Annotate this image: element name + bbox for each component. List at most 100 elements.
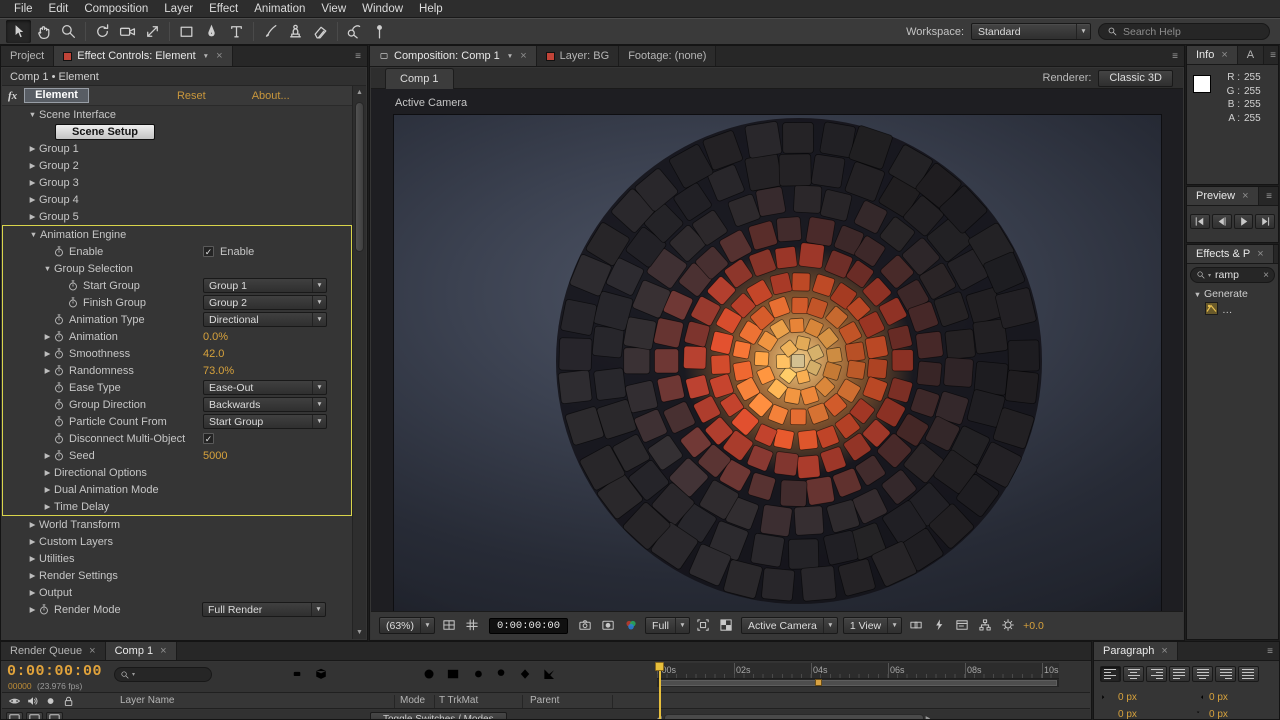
camera-tool-icon[interactable]: [115, 20, 140, 43]
rotation-tool-icon[interactable]: [90, 20, 115, 43]
close-icon[interactable]: ×: [1242, 190, 1248, 202]
twirl-closed-icon[interactable]: ▶: [41, 485, 54, 494]
clone-stamp-tool-icon[interactable]: [283, 20, 308, 43]
property-row[interactable]: ▶Output: [2, 584, 352, 601]
indent-right-field[interactable]: 0 px: [1192, 691, 1228, 704]
exposure-value[interactable]: +0.0: [1023, 620, 1044, 632]
scroll-up-icon[interactable]: ▲: [353, 89, 366, 96]
twirl-closed-icon[interactable]: ▶: [26, 554, 39, 563]
property-dropdown[interactable]: Group 2▼: [203, 295, 327, 310]
tab-composition[interactable]: Composition: Comp 1 ▼ ×: [370, 46, 537, 66]
scene-setup-button[interactable]: Scene Setup: [55, 124, 155, 140]
timeline-button-icon[interactable]: [953, 617, 971, 635]
menu-animation[interactable]: Animation: [246, 0, 313, 18]
mini-flowchart-icon[interactable]: [290, 667, 306, 683]
channels-icon[interactable]: [622, 617, 640, 635]
current-time-indicator[interactable]: [655, 662, 665, 719]
stopwatch-icon[interactable]: [54, 347, 69, 360]
show-snapshot-icon[interactable]: [599, 617, 617, 635]
property-row[interactable]: ▶Time Delay: [3, 498, 351, 515]
property-row[interactable]: ▶Group 5: [2, 208, 352, 225]
stopwatch-icon[interactable]: [68, 279, 83, 292]
hide-shy-icon[interactable]: [422, 667, 438, 683]
twirl-closed-icon[interactable]: ▶: [26, 212, 39, 221]
twirl-closed-icon[interactable]: ▶: [26, 588, 39, 597]
menu-file[interactable]: File: [6, 0, 41, 18]
transparency-grid-icon[interactable]: [718, 617, 736, 635]
property-row[interactable]: ▶Animation0.0%: [3, 328, 351, 345]
menu-view[interactable]: View: [313, 0, 354, 18]
property-row[interactable]: ▶Utilities: [2, 550, 352, 567]
twirl-closed-icon[interactable]: ▶: [41, 451, 54, 460]
first-line-indent-field[interactable]: 0 px: [1101, 708, 1137, 720]
property-row[interactable]: ▶Smoothness42.0: [3, 345, 351, 362]
twirl-closed-icon[interactable]: ▶: [41, 502, 54, 511]
close-icon[interactable]: ×: [216, 50, 222, 62]
selection-tool-icon[interactable]: [6, 20, 31, 43]
expand-layer-switches-icon[interactable]: [6, 712, 23, 720]
twirl-closed-icon[interactable]: ▶: [26, 571, 39, 580]
property-row[interactable]: ▼Animation Engine: [3, 226, 351, 243]
property-row[interactable]: Finish GroupGroup 2▼: [3, 294, 351, 311]
stopwatch-icon[interactable]: [68, 296, 83, 309]
comp-chip[interactable]: Comp 1: [385, 68, 454, 89]
time-ruler[interactable]: :00s02s04s06s08s10s: [657, 663, 1059, 679]
effect-name[interactable]: Element: [24, 88, 89, 103]
property-row[interactable]: Animation TypeDirectional▼: [3, 311, 351, 328]
menu-help[interactable]: Help: [411, 0, 451, 18]
close-icon[interactable]: ×: [520, 50, 526, 62]
work-area-bar[interactable]: [657, 679, 1059, 687]
twirl-closed-icon[interactable]: ▶: [26, 178, 39, 187]
safe-zones-icon[interactable]: [440, 617, 458, 635]
property-row[interactable]: ▶Seed5000: [3, 447, 351, 464]
comp-marker[interactable]: [815, 679, 822, 686]
eraser-tool-icon[interactable]: [308, 20, 333, 43]
property-row[interactable]: ▶Group 1: [2, 140, 352, 157]
scrollbar-thumb[interactable]: [664, 714, 924, 720]
vertical-scrollbar[interactable]: ▲ ▼: [352, 86, 366, 639]
property-row[interactable]: Ease TypeEase-Out▼: [3, 379, 351, 396]
resolution-dropdown[interactable]: Full ▼: [645, 617, 690, 634]
scene-setup-row[interactable]: Scene Setup: [2, 123, 352, 140]
close-icon[interactable]: ×: [89, 645, 95, 657]
property-value[interactable]: 73.0%: [203, 365, 234, 377]
stopwatch-icon[interactable]: [39, 603, 54, 616]
property-row[interactable]: ▶Directional Options: [3, 464, 351, 481]
tab-info[interactable]: Info ×: [1187, 46, 1238, 64]
tab-footage[interactable]: Footage: (none): [619, 46, 716, 66]
stopwatch-icon[interactable]: [54, 330, 69, 343]
take-snapshot-icon[interactable]: [576, 617, 594, 635]
panel-menu-icon[interactable]: ≡: [1260, 187, 1278, 205]
property-checkbox[interactable]: ✓Enable: [203, 246, 254, 258]
tab-layer[interactable]: Layer: BG: [537, 46, 620, 66]
panel-menu-icon[interactable]: ≡: [349, 46, 367, 66]
property-row[interactable]: ▶Randomness73.0%: [3, 362, 351, 379]
column-mode[interactable]: Mode: [400, 695, 425, 706]
previous-frame-button[interactable]: [1212, 214, 1232, 229]
type-tool-icon[interactable]: [224, 20, 249, 43]
menu-edit[interactable]: Edit: [41, 0, 77, 18]
twirl-closed-icon[interactable]: ▶: [26, 605, 39, 614]
twirl-closed-icon[interactable]: ▶: [41, 332, 54, 341]
pen-tool-icon[interactable]: [199, 20, 224, 43]
twirl-open-icon[interactable]: ▼: [1191, 290, 1204, 299]
play-button[interactable]: [1234, 214, 1254, 229]
property-dropdown[interactable]: Backwards▼: [203, 397, 327, 412]
property-row[interactable]: Enable✓Enable: [3, 243, 351, 260]
tab-effects-presets[interactable]: Effects & P ×: [1187, 245, 1274, 263]
frame-blend-icon[interactable]: [446, 667, 462, 683]
tab-paragraph[interactable]: Paragraph ×: [1094, 642, 1178, 660]
menu-layer[interactable]: Layer: [156, 0, 201, 18]
property-dropdown[interactable]: Full Render▼: [202, 602, 326, 617]
graph-editor-icon[interactable]: [542, 667, 558, 683]
stopwatch-icon[interactable]: [54, 398, 69, 411]
property-value[interactable]: 0.0%: [203, 331, 228, 343]
draft-3d-icon[interactable]: [314, 667, 330, 683]
property-row[interactable]: ▶Group 2: [2, 157, 352, 174]
toggle-switches-modes-button[interactable]: Toggle Switches / Modes: [370, 712, 507, 720]
property-checkbox[interactable]: ✓: [203, 433, 214, 444]
twirl-closed-icon[interactable]: ▶: [41, 366, 54, 375]
reset-exposure-icon[interactable]: [999, 617, 1017, 635]
auto-keyframe-icon[interactable]: [518, 667, 534, 683]
scroll-down-icon[interactable]: ▼: [353, 629, 366, 636]
